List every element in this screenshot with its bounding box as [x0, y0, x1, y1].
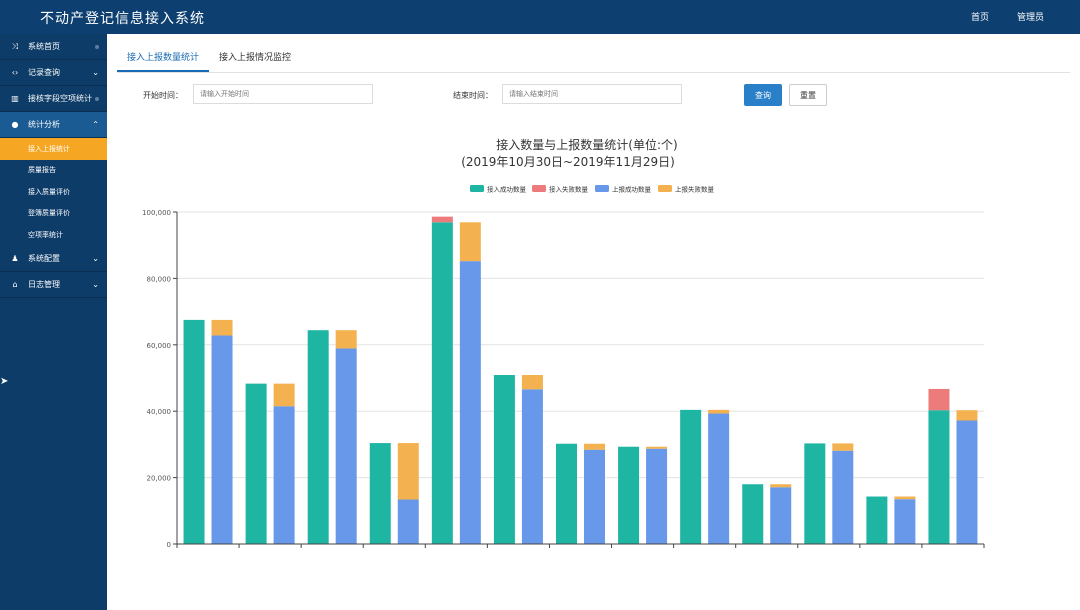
bar-segment — [832, 443, 854, 451]
stacked-bar-chart: 接入数量与上报数量统计(单位:个) (2019年10月30日~2019年11月2… — [142, 137, 985, 549]
sidebar-subitem-quality-report[interactable]: 质量报告 — [0, 160, 107, 182]
y-tick-label: 80,000 — [147, 275, 172, 283]
bar-segment — [584, 449, 605, 544]
sidebar-item-label: 系统配置 — [28, 253, 60, 263]
top-links: 首页 管理员 — [971, 10, 1044, 23]
sidebar-item-label: 接核字段空项统计 — [28, 94, 92, 103]
app-title: 不动产登记信息接入系统 — [40, 11, 205, 27]
bar-segment — [928, 410, 950, 544]
sidebar-subitem-access-report[interactable]: 接入上报统计 — [0, 138, 107, 160]
bar-segment — [866, 496, 888, 544]
bar-segment — [956, 410, 978, 421]
bar-segment — [521, 389, 543, 544]
bar-segment — [211, 335, 233, 544]
sidebar-item-label: 记录查询 — [28, 68, 60, 77]
users-icon: ♟ — [11, 253, 19, 263]
chevron-up-icon: ⌃ — [92, 120, 99, 129]
bank-icon: ⌂ — [12, 279, 18, 289]
dot-icon — [95, 42, 99, 51]
y-tick-label: 40,000 — [147, 408, 172, 416]
chevron-down-icon: ⌄ — [92, 253, 99, 263]
sidebar-item-logs[interactable]: ⌂ 日志管理 ⌄ — [0, 272, 107, 298]
legend-swatch — [532, 185, 546, 192]
user-icon: ● — [11, 120, 19, 129]
bar-segment — [273, 383, 295, 407]
bar-segment — [183, 319, 205, 544]
sidebar-item-empty-fields[interactable]: ▥ 接核字段空项统计 — [0, 86, 107, 112]
chart-bars — [183, 216, 978, 545]
dot-icon — [95, 94, 99, 103]
bar-segment — [459, 222, 481, 262]
bar-segment — [211, 319, 233, 336]
legend-label: 上报成功数量 — [612, 185, 652, 194]
bar-segment — [708, 413, 730, 544]
bar-segment — [521, 375, 543, 390]
y-tick-label: 0 — [167, 541, 171, 549]
bar-segment — [273, 406, 295, 544]
chart-grid — [177, 211, 984, 479]
legend-label: 接入成功数量 — [487, 185, 527, 194]
sidebar-subitem-access-quality[interactable]: 接入质量评价 — [0, 181, 107, 203]
y-tick-label: 100,000 — [142, 209, 171, 217]
admin-link[interactable]: 管理员 — [1017, 10, 1044, 23]
bar-segment — [556, 443, 577, 544]
bar-segment — [646, 446, 668, 449]
bar-segment — [894, 496, 916, 500]
bar-segment — [397, 499, 419, 544]
sidebar-subitem-empty-rate[interactable]: 空项率统计 — [0, 224, 107, 246]
legend-swatch — [470, 185, 484, 192]
chevron-down-icon: ⌄ — [92, 279, 99, 289]
y-tick-label: 20,000 — [147, 475, 172, 483]
sidebar-item-label: 统计分析 — [28, 120, 60, 129]
bar-segment — [397, 443, 419, 500]
bar-segment — [708, 409, 730, 414]
sidebar-item-home[interactable]: ⤨ 系统首页 — [0, 34, 107, 60]
bar-segment — [245, 383, 267, 544]
legend-label: 上报失败数量 — [675, 185, 715, 194]
bar-segment — [646, 448, 668, 544]
bar-segment — [335, 348, 357, 544]
bar-segment — [584, 443, 605, 450]
sidebar-item-label: 日志管理 — [28, 279, 60, 289]
legend-swatch — [658, 185, 672, 192]
bar-segment — [804, 443, 826, 544]
sidebar-item-records[interactable]: ‹› 记录查询 ⌄ — [0, 60, 107, 86]
bar-segment — [894, 499, 916, 544]
bar-segment — [770, 487, 792, 544]
bar-segment — [680, 409, 702, 544]
main-content: 接入上报数量统计 接入上报情况监控 开始时间： 结束时间： 查询 重置 接入数量… — [107, 34, 1080, 610]
bar-segment — [956, 420, 978, 544]
sidebar-subitem-register-quality[interactable]: 登簿质量评价 — [0, 203, 107, 225]
sidebar-item-config[interactable]: ♟ 系统配置 ⌄ — [0, 246, 107, 272]
bar-segment — [459, 261, 481, 544]
bar-segment — [493, 375, 515, 544]
y-tick-label: 60,000 — [147, 342, 172, 350]
chart-title: 接入数量与上报数量统计(单位:个) — [496, 137, 677, 152]
bar-segment — [618, 446, 640, 544]
legend-label: 接入失败数量 — [549, 185, 589, 194]
bar-segment — [742, 484, 764, 544]
bar-segment — [335, 330, 357, 349]
top-bar: 不动产登记信息接入系统 首页 管理员 — [0, 0, 1080, 34]
sidebar-item-label: 系统首页 — [28, 42, 60, 51]
sidebar-item-stats[interactable]: ● 统计分析 ⌃ — [0, 112, 107, 138]
bar-segment — [770, 484, 792, 488]
mouse-cursor-icon: ➤ — [0, 376, 9, 387]
code-icon: ‹› — [11, 68, 19, 77]
shuffle-icon: ⤨ — [11, 41, 19, 51]
legend-swatch — [595, 185, 609, 192]
bar-segment — [928, 388, 950, 411]
chart-subtitle: (2019年10月30日~2019年11月29日) — [461, 155, 675, 169]
bar-segment — [369, 443, 391, 544]
sidebar: ⤨ 系统首页 ‹› 记录查询 ⌄ ▥ 接核字段空项统计 ● 统计分析 ⌃ 接入上… — [0, 34, 107, 610]
bar-segment — [307, 330, 329, 544]
bar-segment — [832, 450, 854, 544]
home-link[interactable]: 首页 — [971, 10, 989, 23]
chevron-down-icon: ⌄ — [92, 68, 99, 77]
bar-segment — [431, 222, 453, 545]
bar-segment — [431, 216, 453, 223]
bar-chart-icon: ▥ — [11, 94, 19, 103]
chart-legend: 接入成功数量 接入失败数量 上报成功数量 上报失败数量 — [470, 185, 715, 194]
